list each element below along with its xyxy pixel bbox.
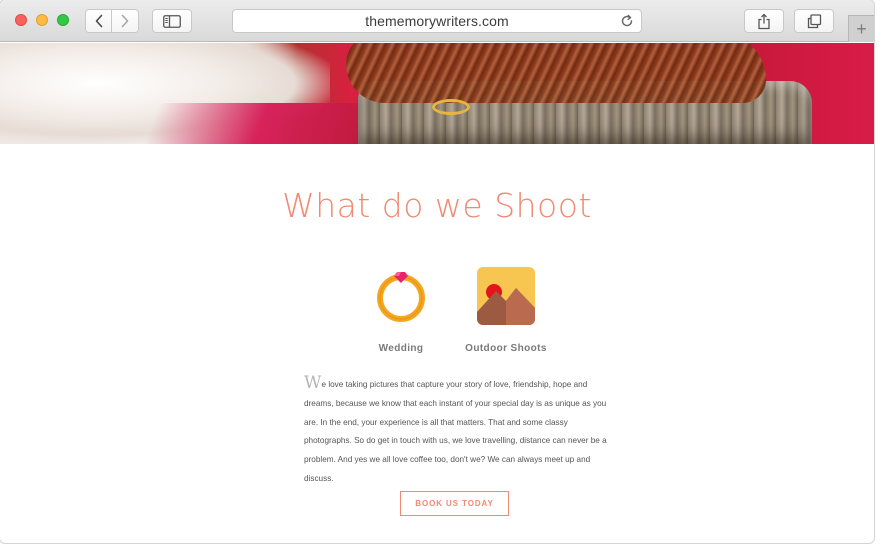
share-icon <box>758 13 770 29</box>
url-text: thememorywriters.com <box>365 13 509 29</box>
maximize-window-button[interactable] <box>57 14 69 26</box>
intro-paragraph-text: e love taking pictures that capture your… <box>304 380 607 483</box>
back-button[interactable] <box>85 9 112 33</box>
forward-button[interactable] <box>112 9 139 33</box>
service-label-wedding: Wedding <box>378 343 424 354</box>
intro-paragraph: We love taking pictures that capture you… <box>304 373 612 489</box>
chevron-right-icon <box>121 14 129 28</box>
book-us-today-button[interactable]: BOOK US TODAY <box>400 491 509 516</box>
service-outdoor-shoots[interactable]: Outdoor Shoots <box>456 266 556 354</box>
new-tab-button[interactable]: + <box>848 15 874 42</box>
service-label-outdoor: Outdoor Shoots <box>465 343 547 354</box>
tabs-overview-button[interactable] <box>794 9 834 33</box>
hero-banner-photo <box>0 43 874 144</box>
hero-bracelet-shape <box>432 99 470 115</box>
landscape-photo-icon <box>477 267 535 325</box>
chevron-left-icon <box>95 14 102 28</box>
drop-cap-letter: W <box>304 373 322 393</box>
hero-fabric-shape <box>140 103 380 144</box>
wedding-ring-icon <box>377 272 425 322</box>
hero-henna-hands-shape <box>346 43 766 103</box>
sidebar-toggle-button[interactable] <box>152 9 192 33</box>
close-window-button[interactable] <box>15 14 27 26</box>
browser-toolbar: thememorywriters.com + <box>0 0 874 42</box>
sidebar-icon <box>163 14 181 28</box>
browser-window: thememorywriters.com + What do we Shoot … <box>0 0 874 543</box>
section-heading: What do we Shoot <box>282 186 592 225</box>
reload-icon[interactable] <box>619 13 635 29</box>
share-button[interactable] <box>744 9 784 33</box>
address-bar[interactable]: thememorywriters.com <box>232 9 642 33</box>
plus-icon: + <box>856 19 867 39</box>
service-wedding[interactable]: Wedding <box>356 266 446 354</box>
tabs-overview-icon <box>807 13 821 28</box>
minimize-window-button[interactable] <box>36 14 48 26</box>
